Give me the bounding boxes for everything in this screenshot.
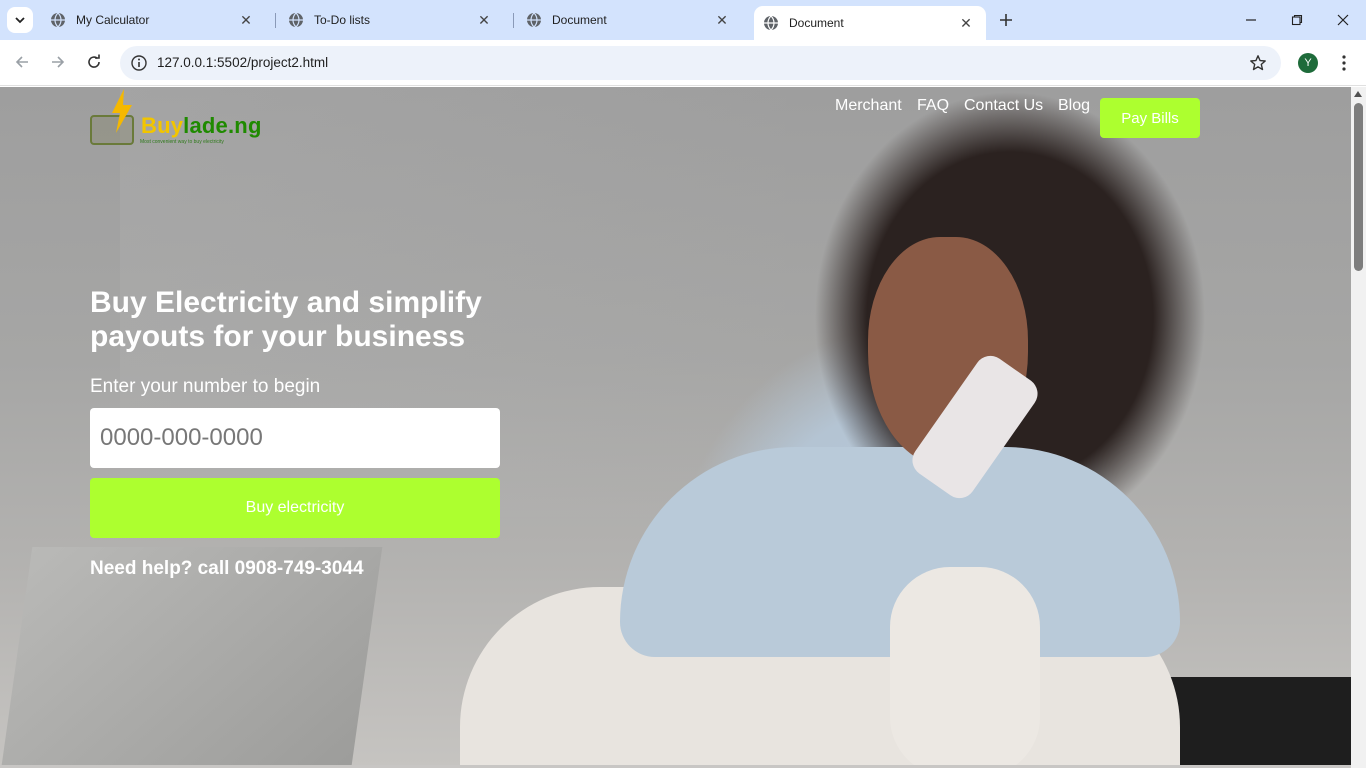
logo-brand: Buylade.ng	[141, 113, 262, 139]
minimize-icon	[1246, 19, 1256, 21]
address-bar[interactable]: 127.0.0.1:5502/project2.html	[120, 46, 1281, 80]
profile-avatar[interactable]: Y	[1298, 53, 1318, 73]
globe-icon	[764, 15, 778, 31]
globe-icon	[51, 12, 65, 28]
tab-title: To-Do lists	[314, 13, 371, 27]
pay-bills-button[interactable]: Pay Bills	[1100, 98, 1200, 138]
scrollbar-thumb[interactable]	[1354, 103, 1363, 271]
logo-brand-rest: lade.ng	[183, 113, 262, 138]
url-text[interactable]: 127.0.0.1:5502/project2.html	[157, 55, 328, 70]
more-vertical-icon	[1342, 55, 1346, 71]
tab-title: My Calculator	[76, 13, 150, 27]
hero-title: Buy Electricity and simplify payouts for…	[90, 286, 482, 353]
reload-icon	[88, 54, 100, 68]
globe-icon	[289, 12, 303, 28]
tab-search-button[interactable]	[7, 7, 33, 33]
forward-button[interactable]	[44, 48, 72, 76]
scroll-up-arrow-icon[interactable]	[1354, 91, 1362, 97]
browser-tab[interactable]: To-Do lists ✕	[274, 6, 504, 34]
arrow-right-icon	[52, 56, 65, 68]
star-icon[interactable]	[1249, 54, 1267, 72]
browser-tab[interactable]: Document ✕	[512, 6, 742, 34]
help-contact-text: Need help? call 0908-749-3044	[90, 558, 364, 579]
tab-title: Document	[552, 13, 607, 27]
nav-merchant[interactable]: Merchant	[835, 97, 902, 115]
photo-arm-shape	[890, 567, 1040, 768]
close-icon[interactable]: ✕	[714, 12, 730, 28]
close-icon[interactable]: ✕	[958, 15, 974, 31]
lightning-icon	[112, 89, 132, 133]
site-logo[interactable]: Buylade.ng Most convenient way to buy el…	[90, 87, 290, 149]
logo-tagline: Most convenient way to buy electricity	[140, 139, 224, 145]
arrow-left-icon	[15, 56, 28, 68]
globe-icon	[527, 12, 541, 28]
close-icon[interactable]: ✕	[476, 12, 492, 28]
browser-menu-button[interactable]	[1334, 52, 1354, 74]
minimize-button[interactable]	[1228, 0, 1274, 40]
plus-icon	[1000, 14, 1012, 26]
reload-button[interactable]	[80, 48, 108, 76]
buy-electricity-button[interactable]: Buy electricity	[90, 478, 500, 538]
hero-prompt: Enter your number to begin	[90, 376, 321, 397]
logo-brand-buy: Buy	[141, 113, 184, 138]
nav-faq[interactable]: FAQ	[917, 97, 949, 115]
back-button[interactable]	[8, 48, 36, 76]
nav-contact-us[interactable]: Contact Us	[964, 97, 1043, 115]
restore-icon	[1291, 14, 1303, 26]
close-icon[interactable]: ✕	[238, 12, 254, 28]
phone-number-input[interactable]	[90, 408, 500, 468]
restore-button[interactable]	[1274, 0, 1320, 40]
close-icon	[1337, 14, 1349, 26]
browser-toolbar: 127.0.0.1:5502/project2.html Y	[0, 40, 1366, 86]
new-tab-button[interactable]	[994, 8, 1018, 32]
browser-tab[interactable]: My Calculator ✕	[36, 6, 266, 34]
window-close-button[interactable]	[1320, 0, 1366, 40]
page-scrollbar[interactable]	[1351, 87, 1366, 768]
chevron-down-icon	[15, 17, 25, 24]
browser-tab-active[interactable]: Document ✕	[754, 6, 986, 40]
laptop-photo-shape	[0, 547, 383, 768]
info-icon[interactable]	[130, 54, 148, 72]
browser-tab-bar: My Calculator ✕ To-Do lists ✕ Document ✕…	[0, 0, 1366, 40]
nav-blog[interactable]: Blog	[1058, 97, 1090, 115]
tab-title: Document	[789, 16, 844, 30]
page-viewport: Buylade.ng Most convenient way to buy el…	[0, 87, 1351, 768]
